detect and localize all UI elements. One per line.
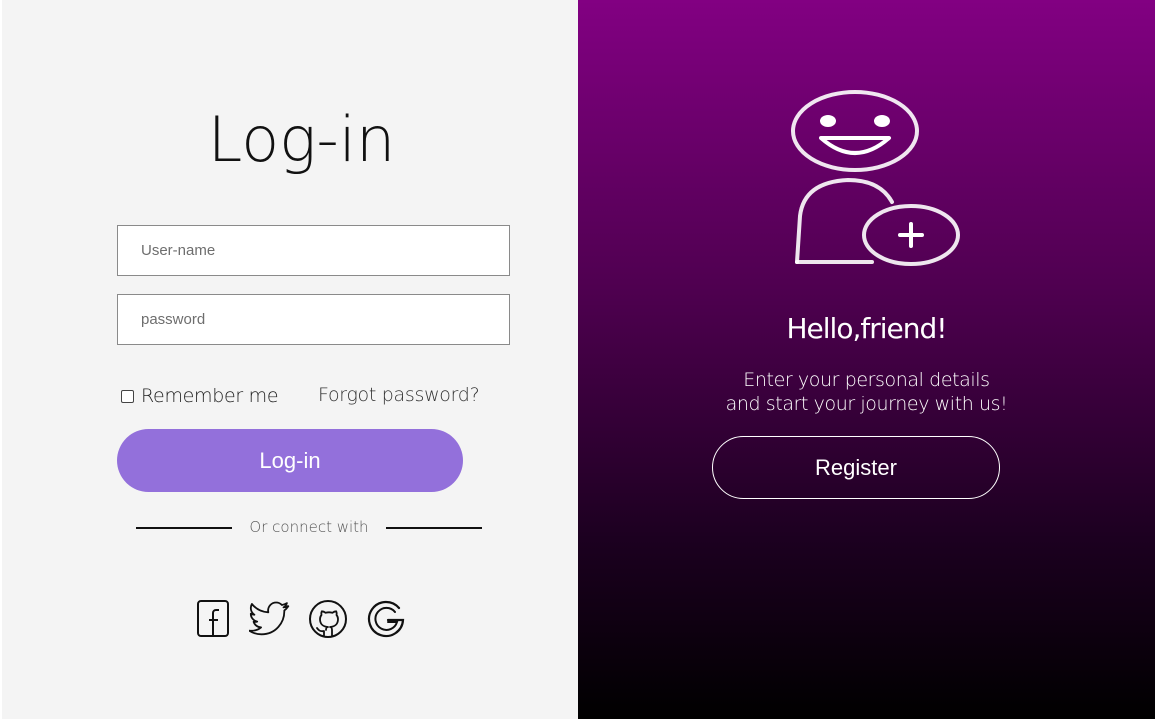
remember-me-row: Remember me <box>121 384 279 408</box>
welcome-text-line2: and start your journey with us! <box>725 393 1008 415</box>
divider-left <box>136 527 232 529</box>
facebook-icon[interactable] <box>193 597 235 641</box>
twitter-icon[interactable] <box>249 597 291 641</box>
password-input[interactable] <box>117 294 510 345</box>
welcome-text: Enter your personal details and start yo… <box>578 368 1155 416</box>
welcome-text-line1: Enter your personal details <box>743 369 990 391</box>
register-button[interactable]: Register <box>712 436 1000 499</box>
github-icon[interactable] <box>307 597 349 641</box>
remember-me-label[interactable]: Remember me <box>141 385 279 407</box>
google-icon[interactable] <box>365 597 407 641</box>
add-user-icon <box>791 90 960 266</box>
welcome-title: Hello,friend! <box>786 312 948 345</box>
connect-with-label: Or connect with <box>249 518 369 536</box>
username-input[interactable] <box>117 225 510 276</box>
remember-me-checkbox[interactable] <box>121 389 134 403</box>
login-button[interactable]: Log-in <box>117 429 463 492</box>
login-page: Log-in Remember me Forgot password? Log-… <box>0 0 1155 719</box>
divider-right <box>386 527 482 529</box>
login-title: Log-in <box>207 103 396 176</box>
forgot-password-link[interactable]: Forgot password? <box>318 384 480 406</box>
